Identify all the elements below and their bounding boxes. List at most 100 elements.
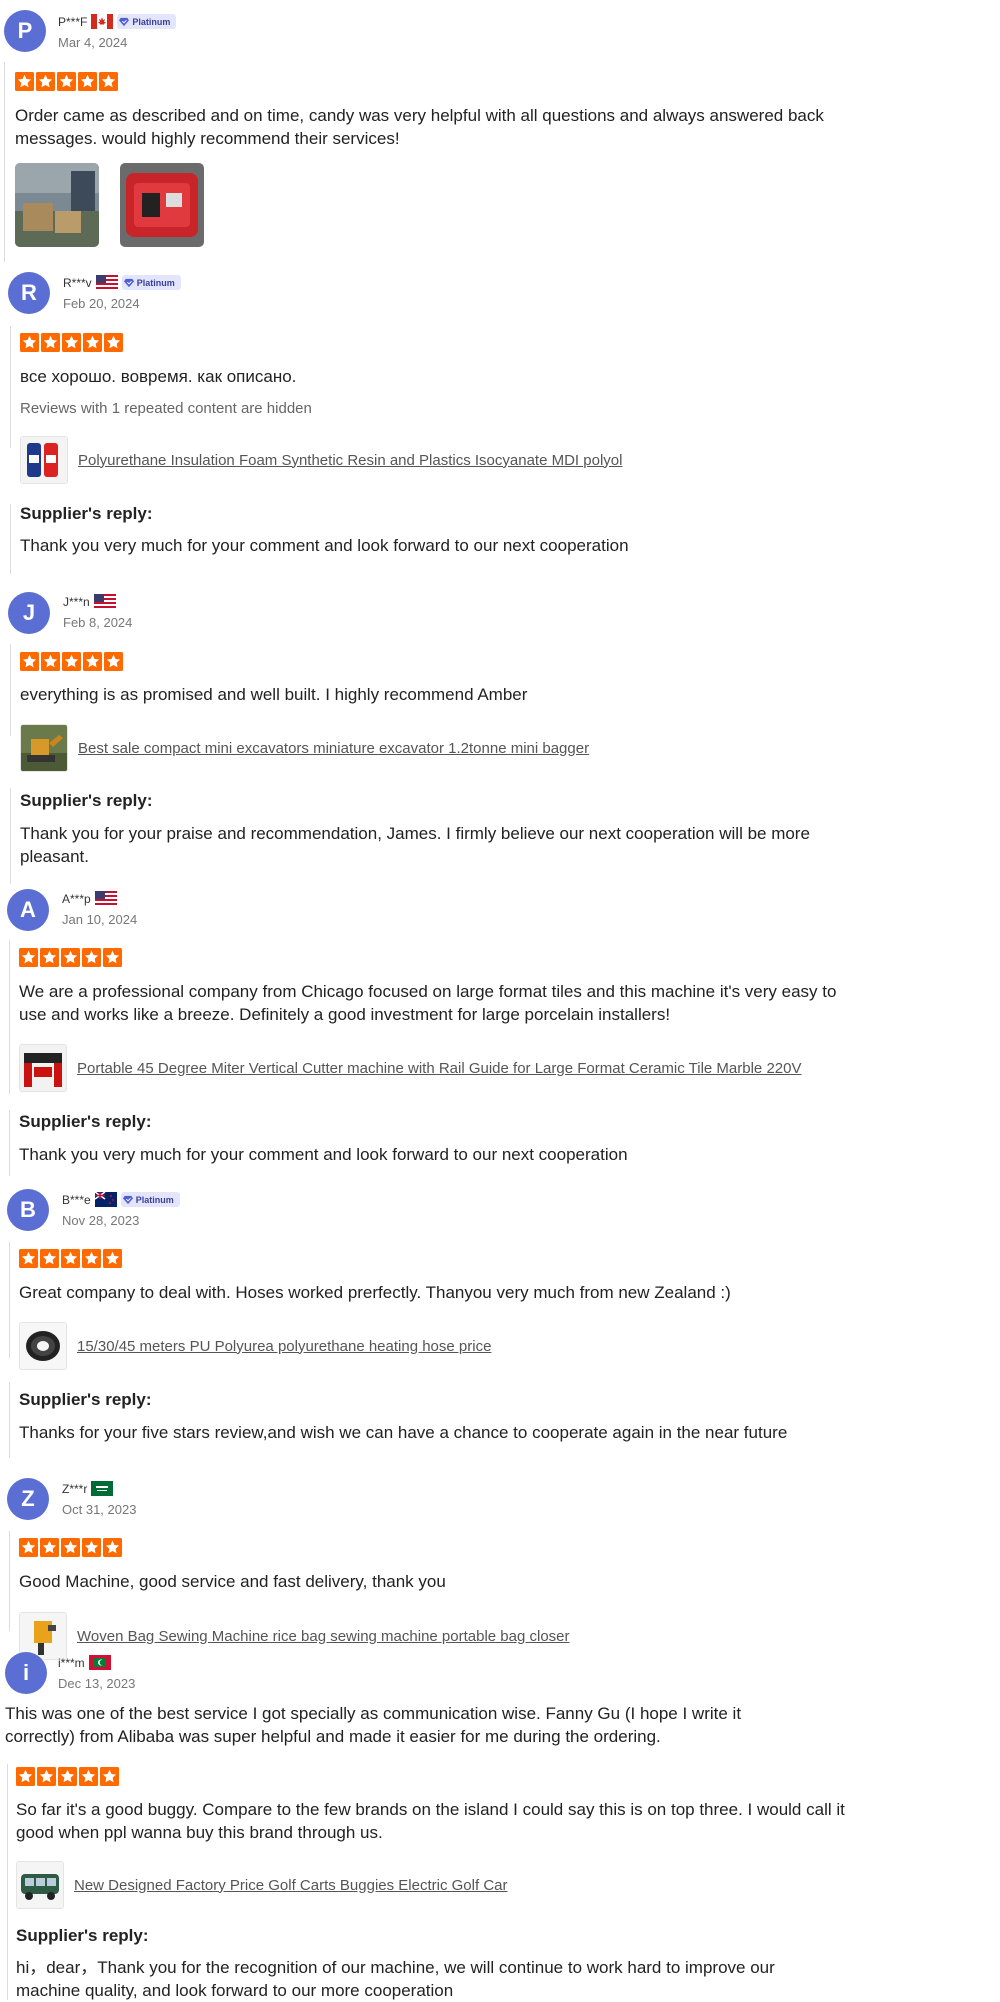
review-date: Jan 10, 2024 (62, 912, 138, 927)
product-link-row[interactable]: Portable 45 Degree Miter Vertical Cutter… (19, 1044, 801, 1092)
star-icon (19, 948, 38, 967)
product-link-row[interactable]: Polyurethane Insulation Foam Synthetic R… (20, 436, 622, 484)
product-link[interactable]: Polyurethane Insulation Foam Synthetic R… (78, 452, 622, 469)
divider-line (9, 1382, 10, 1458)
product-link[interactable]: Best sale compact mini excavators miniat… (78, 740, 589, 757)
reviewer-name: P***F (58, 14, 88, 29)
star-rating (15, 72, 118, 91)
reviewer-name: Z***r (62, 1481, 88, 1496)
star-icon (19, 1249, 38, 1268)
star-icon (78, 72, 97, 91)
star-icon (62, 333, 81, 352)
product-link-row[interactable]: New Designed Factory Price Golf Carts Bu… (16, 1861, 507, 1909)
star-rating (19, 1538, 122, 1557)
star-icon (82, 948, 101, 967)
star-icon (16, 1767, 35, 1786)
star-rating (16, 1767, 119, 1786)
review-date: Feb 20, 2024 (63, 296, 140, 311)
star-icon (103, 1249, 122, 1268)
star-icon (83, 333, 102, 352)
review-photo[interactable] (120, 163, 204, 247)
review-text: We are a professional company from Chica… (19, 982, 837, 1024)
star-icon (20, 333, 39, 352)
divider-line (9, 940, 10, 1094)
product-thumbnail[interactable] (19, 1044, 67, 1092)
reviewer-info: Z***r (62, 1481, 114, 1496)
flag-maldives-icon (88, 1655, 111, 1670)
star-icon (61, 1538, 80, 1557)
review-text: Great company to deal with. Hoses worked… (19, 1283, 731, 1302)
star-icon (20, 652, 39, 671)
star-icon (37, 1767, 56, 1786)
avatar: R (8, 272, 50, 314)
star-icon (41, 652, 60, 671)
product-link[interactable]: New Designed Factory Price Golf Carts Bu… (74, 1877, 507, 1894)
supplier-reply-text: Thank you for your praise and recommenda… (20, 824, 810, 866)
product-link[interactable]: 15/30/45 meters PU Polyurea polyurethane… (77, 1338, 491, 1355)
star-icon (15, 72, 34, 91)
reviewer-info: B***e Platinum (62, 1192, 180, 1207)
star-icon (61, 1249, 80, 1268)
reviewer-name: B***e (62, 1192, 91, 1207)
review-text: все хорошо. вовремя. как описано. (20, 367, 297, 386)
product-link-row[interactable]: Best sale compact mini excavators miniat… (20, 724, 589, 772)
star-icon (57, 72, 76, 91)
supplier-reply-text: Thank you very much for your comment and… (19, 1145, 628, 1164)
flag-usa-icon (95, 275, 118, 290)
star-rating (20, 652, 123, 671)
supplier-reply-title: Supplier's reply: (19, 1112, 152, 1131)
platinum-badge: Platinum (120, 1192, 180, 1207)
flag-saudi-arabia-icon (91, 1481, 114, 1496)
supplier-reply-title: Supplier's reply: (20, 504, 153, 523)
divider-line (10, 788, 11, 884)
review-text: Good Machine, good service and fast deli… (19, 1572, 446, 1591)
supplier-reply-text: hi，dear，Thank you for the recognition of… (16, 1958, 775, 2000)
star-icon (79, 1767, 98, 1786)
reviewer-name: A***p (62, 891, 91, 906)
reviewer-name: i***m (58, 1655, 85, 1670)
review-text: everything is as promised and well built… (20, 685, 528, 704)
star-icon (103, 948, 122, 967)
product-link[interactable]: Portable 45 Degree Miter Vertical Cutter… (77, 1060, 801, 1077)
star-icon (61, 948, 80, 967)
star-icon (40, 1249, 59, 1268)
review-photo[interactable] (15, 163, 99, 247)
star-icon (36, 72, 55, 91)
product-thumbnail[interactable] (16, 1861, 64, 1909)
star-icon (41, 333, 60, 352)
reviewer-info: i***m (58, 1655, 111, 1670)
reviewer-info: R***v Platinum (63, 275, 181, 290)
supplier-reply-title: Supplier's reply: (19, 1390, 152, 1409)
avatar: J (8, 592, 50, 634)
product-thumbnail[interactable] (20, 724, 68, 772)
flag-canada-icon (91, 14, 114, 29)
star-icon (83, 652, 102, 671)
platinum-badge: Platinum (117, 14, 177, 29)
avatar: B (7, 1189, 49, 1231)
hidden-reviews-note: Reviews with 1 repeated content are hidd… (20, 400, 312, 417)
avatar: P (4, 10, 46, 52)
reviewer-info: P***F Platinum (58, 14, 177, 29)
reviewer-info: A***p (62, 891, 117, 906)
reviewer-info: J***n (63, 594, 116, 609)
divider-line (9, 1531, 10, 1631)
review-date: Mar 4, 2024 (58, 35, 128, 50)
reviewer-name: R***v (63, 275, 92, 290)
product-link-row[interactable]: Woven Bag Sewing Machine rice bag sewing… (19, 1612, 570, 1660)
product-link[interactable]: Woven Bag Sewing Machine rice bag sewing… (77, 1628, 570, 1645)
review-text-top: This was one of the best service I got s… (5, 1704, 742, 1746)
star-icon (62, 652, 81, 671)
review-date: Dec 13, 2023 (58, 1676, 136, 1691)
divider-line (4, 62, 5, 262)
product-thumbnail[interactable] (20, 436, 68, 484)
divider-line (7, 1764, 8, 1930)
star-icon (40, 948, 59, 967)
divider-line (10, 504, 11, 574)
product-thumbnail[interactable] (19, 1322, 67, 1370)
product-link-row[interactable]: 15/30/45 meters PU Polyurea polyurethane… (19, 1322, 491, 1370)
review-text: Order came as described and on time, can… (15, 106, 824, 148)
platinum-badge: Platinum (121, 275, 181, 290)
star-icon (82, 1249, 101, 1268)
supplier-reply-title: Supplier's reply: (20, 791, 153, 810)
diamond-icon (119, 17, 129, 27)
